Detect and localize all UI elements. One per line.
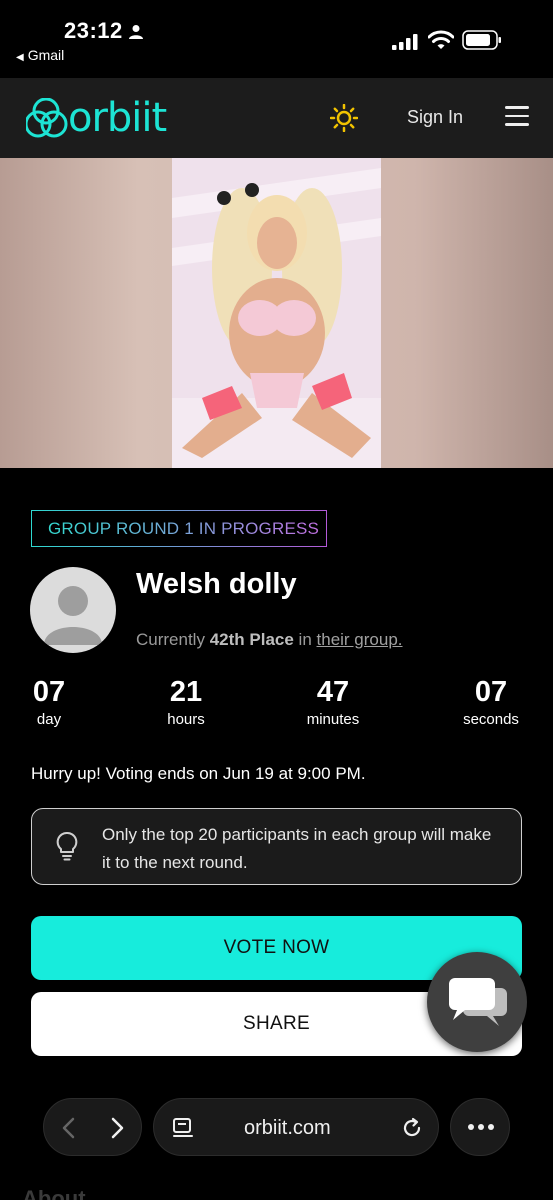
back-arrow-icon[interactable] bbox=[58, 1116, 80, 1140]
sun-icon[interactable] bbox=[330, 104, 358, 132]
back-app-label: Gmail bbox=[27, 47, 65, 63]
default-avatar-icon bbox=[44, 586, 102, 645]
orbiit-logo[interactable]: orbiit bbox=[26, 98, 176, 138]
about-heading-partial: About bbox=[22, 1186, 86, 1200]
their-group-link[interactable]: their group. bbox=[317, 630, 403, 649]
cellular-signal-icon bbox=[392, 34, 418, 50]
chat-support-button[interactable] bbox=[427, 952, 527, 1052]
countdown-hours-unit: hours bbox=[167, 711, 205, 728]
battery-icon bbox=[462, 30, 501, 50]
round-status-text: GROUP ROUND 1 IN PROGRESS bbox=[48, 519, 320, 538]
countdown-days: 07 day bbox=[31, 676, 67, 728]
person-icon bbox=[129, 25, 143, 39]
back-to-app-link[interactable]: ◀ Gmail bbox=[16, 47, 64, 63]
countdown-minutes-unit: minutes bbox=[306, 711, 360, 728]
sign-in-link[interactable]: Sign In bbox=[407, 107, 463, 128]
place-middle: in bbox=[298, 630, 312, 649]
countdown-days-value: 07 bbox=[32, 676, 66, 708]
site-header: orbiit Sign In bbox=[0, 78, 553, 158]
place-prefix: Currently bbox=[136, 630, 205, 649]
countdown-hours: 21 hours bbox=[158, 676, 214, 728]
contestant-name: Welsh dolly bbox=[136, 568, 297, 600]
countdown-days-unit: day bbox=[36, 711, 62, 728]
voting-deadline-text: Hurry up! Voting ends on Jun 19 at 9:00 … bbox=[31, 764, 366, 783]
countdown-seconds-value: 07 bbox=[474, 676, 508, 708]
forward-arrow-icon[interactable] bbox=[106, 1116, 128, 1140]
info-notice: Only the top 20 participants in each gro… bbox=[31, 808, 522, 885]
contestant-photo-illustration bbox=[172, 158, 381, 468]
more-options-button[interactable] bbox=[450, 1098, 510, 1156]
lightbulb-icon bbox=[56, 831, 78, 861]
status-bar: 23:12 ◀ Gmail bbox=[0, 0, 553, 78]
tab-overview-icon[interactable] bbox=[172, 1117, 194, 1139]
wifi-icon bbox=[428, 30, 454, 49]
info-notice-text: Only the top 20 participants in each gro… bbox=[102, 825, 492, 872]
current-place: Currently 42th Place in their group. bbox=[136, 630, 403, 650]
round-status-badge: GROUP ROUND 1 IN PROGRESS bbox=[31, 510, 327, 547]
logo-text: orbiit bbox=[68, 95, 167, 141]
ellipsis-icon bbox=[468, 1124, 494, 1130]
url-text: orbiit.com bbox=[244, 1117, 331, 1139]
contestant-photo-banner bbox=[0, 158, 553, 468]
avatar bbox=[30, 567, 116, 653]
place-value: 42th Place bbox=[209, 630, 294, 649]
reload-icon[interactable] bbox=[400, 1116, 424, 1140]
address-bar[interactable]: orbiit.com bbox=[153, 1098, 439, 1156]
countdown-minutes: 47 minutes bbox=[298, 676, 368, 728]
clock: 23:12 bbox=[64, 18, 123, 43]
countdown-seconds-unit: seconds bbox=[463, 711, 519, 728]
countdown-hours-value: 21 bbox=[169, 676, 203, 708]
browser-nav-controls bbox=[43, 1098, 142, 1156]
countdown-seconds: 07 seconds bbox=[456, 676, 526, 728]
hamburger-menu-icon[interactable] bbox=[505, 106, 529, 128]
countdown-minutes-value: 47 bbox=[316, 676, 350, 708]
chat-bubble-icon bbox=[449, 978, 507, 1026]
contestant-photo[interactable] bbox=[172, 158, 381, 468]
